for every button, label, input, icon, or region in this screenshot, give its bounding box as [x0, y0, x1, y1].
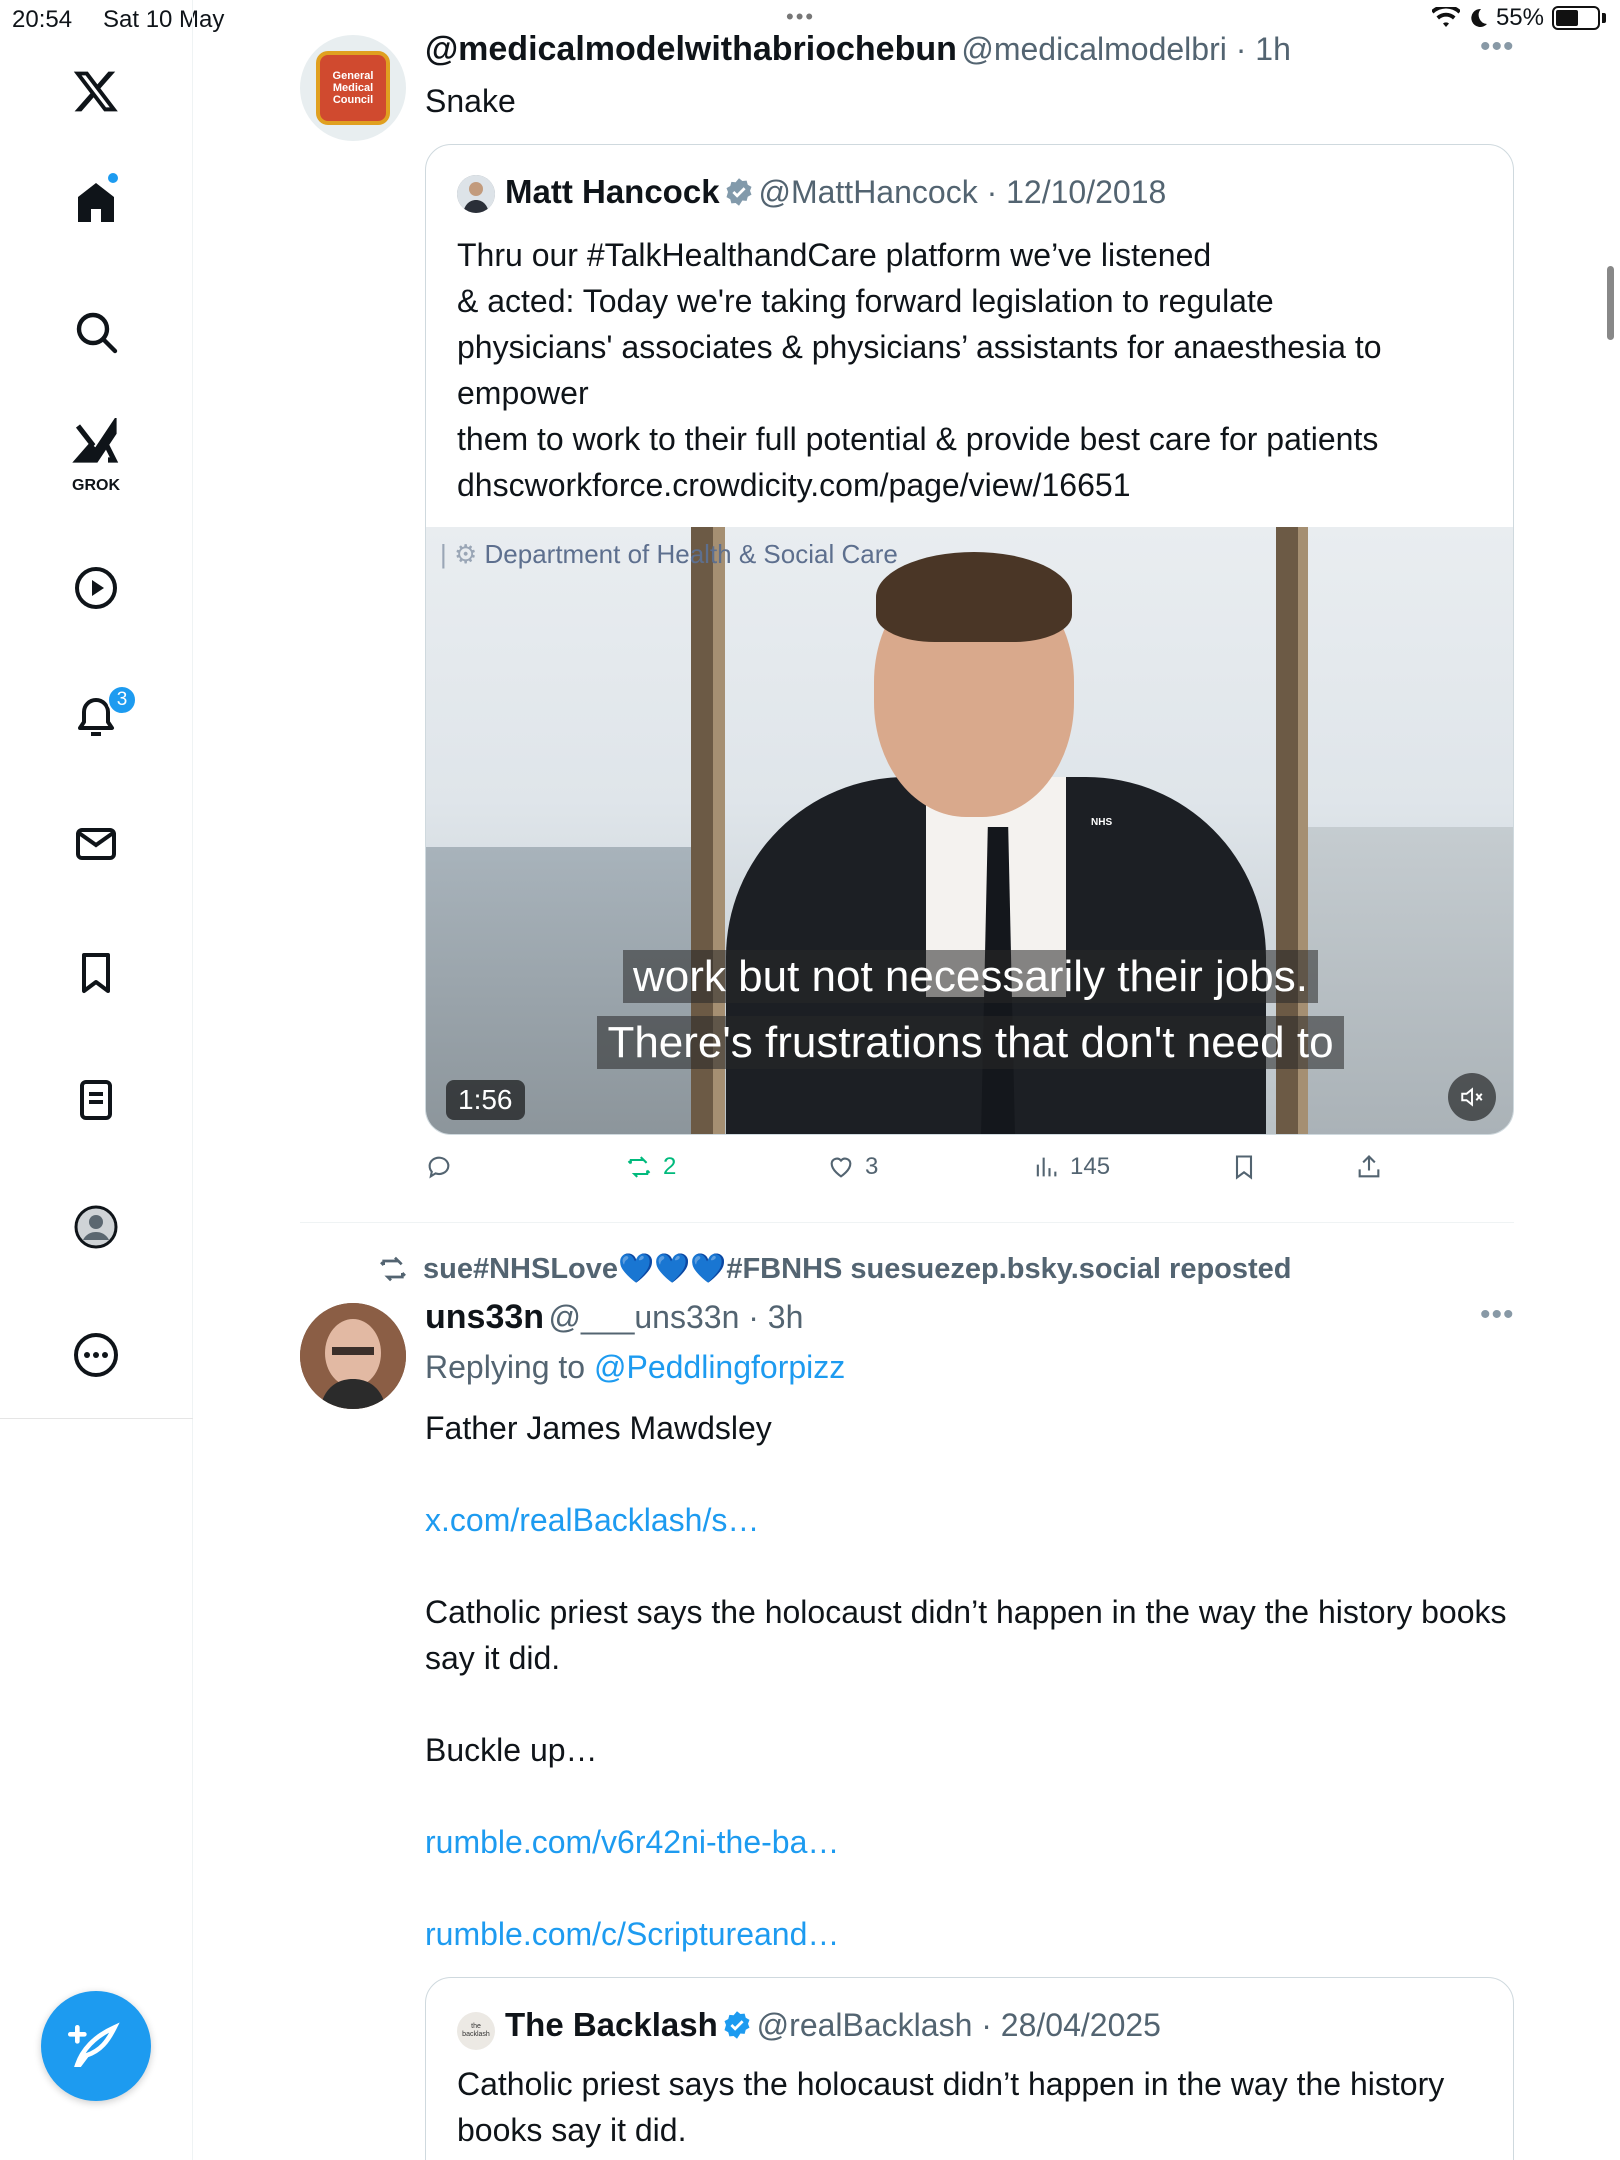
quote-avatar[interactable]	[457, 175, 495, 213]
replying-prefix: Replying to	[425, 1349, 594, 1385]
quote-line: Thru our #TalkHealthandCare platform we’…	[457, 237, 1212, 273]
bookmark-button[interactable]	[1230, 1153, 1258, 1181]
more-options-icon[interactable]: •••	[1480, 30, 1515, 64]
display-name[interactable]: uns33n	[425, 1298, 544, 1336]
share-icon	[1358, 1155, 1380, 1178]
quote-text: Catholic priest says the holocaust didn’…	[457, 2066, 1445, 2148]
video-caption: work but not necessarily their jobs.	[426, 950, 1513, 1003]
wifi-icon	[1431, 7, 1460, 27]
profile-icon[interactable]	[60, 1191, 132, 1263]
video-duration: 1:56	[446, 1080, 525, 1120]
tweet-text: Snake	[425, 83, 516, 119]
quote-handle-time[interactable]: @MattHancock · 12/10/2018	[758, 174, 1166, 210]
quote-display-name[interactable]: Matt Hancock	[505, 173, 720, 210]
tweet-actions: 2 3 145	[425, 1153, 1425, 1193]
grok-label: GROK	[72, 477, 120, 494]
tweet-paragraph: Father James Mawdsley	[425, 1410, 772, 1446]
verified-icon	[724, 2011, 750, 2039]
tweet-link[interactable]: rumble.com/c/Scriptureand…	[425, 1911, 1515, 1957]
quote-header: Matt Hancock @MattHancock · 12/10/2018	[505, 173, 1166, 211]
x-logo-icon[interactable]	[60, 55, 132, 127]
reply-icon	[428, 1156, 450, 1179]
reply-button[interactable]	[425, 1153, 463, 1181]
tweet-paragraph: Buckle up…	[425, 1732, 598, 1768]
replying-to: Replying to @Peddlingforpizz	[425, 1349, 845, 1386]
replying-to-link[interactable]: @Peddlingforpizz	[594, 1349, 845, 1385]
quote-avatar-text: the backlash	[462, 2023, 490, 2038]
moon-icon	[1471, 8, 1487, 27]
like-button[interactable]: 3	[827, 1153, 878, 1181]
video-watermark: | ⚙ Department of Health & Social Care	[440, 539, 898, 569]
muted-speaker-icon	[1461, 1087, 1483, 1107]
compose-post-icon	[68, 2022, 120, 2067]
repost-count: 2	[663, 1153, 677, 1180]
repost-button[interactable]: 2	[625, 1153, 676, 1181]
views-button[interactable]: 145	[1032, 1153, 1110, 1181]
video-player[interactable]: | ⚙ Department of Health & Social Care N…	[426, 527, 1513, 1134]
handle-time[interactable]: @medicalmodelbri · 1h	[961, 31, 1291, 67]
home-unread-dot	[106, 171, 120, 185]
lists-icon[interactable]	[60, 1064, 132, 1136]
quote-avatar[interactable]: the backlash	[457, 2012, 495, 2050]
display-name[interactable]: @medicalmodelwithabriochebun	[425, 30, 957, 68]
tweet-header: uns33n @___uns33n · 3h	[425, 1298, 803, 1337]
tweet-link[interactable]: x.com/realBacklash/s…	[425, 1497, 1515, 1543]
quote-line: empower	[457, 375, 589, 411]
quote-line: physicians' associates & physicians’ ass…	[457, 329, 1382, 365]
video-caption-2: There's frustrations that don't need to	[426, 1016, 1513, 1069]
battery-tip	[1602, 13, 1606, 23]
repost-by-text: sue#NHSLove💙💙💙#FBNHS suesuezep.bsky.soci…	[423, 1253, 1292, 1285]
like-count: 3	[865, 1153, 879, 1180]
bookmarks-icon[interactable]	[60, 937, 132, 1009]
repost-icon	[627, 1156, 651, 1178]
verified-icon	[726, 178, 752, 206]
avatar-logo: General Medical Council	[316, 51, 390, 125]
notifications-badge: 3	[107, 685, 137, 715]
more-icon[interactable]	[60, 1319, 132, 1391]
home-icon[interactable]	[60, 166, 132, 238]
quote-text: Thru our #TalkHealthandCare platform we’…	[457, 232, 1497, 508]
tweet-divider	[300, 1222, 1514, 1223]
caption-line-2: There's frustrations that don't need to	[597, 1016, 1344, 1069]
battery-percent: 55%	[1495, 4, 1544, 31]
quote-header: The Backlash @realBacklash · 28/04/2025	[505, 2006, 1161, 2044]
tweet-link[interactable]: rumble.com/v6r42ni-the-ba…	[425, 1819, 1515, 1865]
repost-icon	[380, 1256, 406, 1282]
messages-icon[interactable]	[60, 808, 132, 880]
multitasking-dots[interactable]: •••	[786, 4, 815, 30]
search-icon[interactable]	[60, 296, 132, 368]
quote-link[interactable]: dhscworkforce.crowdicity.com/page/view/1…	[457, 462, 1497, 508]
handle-time[interactable]: @___uns33n · 3h	[549, 1299, 804, 1335]
quote-line: & acted: Today we're taking forward legi…	[457, 283, 1274, 319]
quote-tweet[interactable]: Matt Hancock @MattHancock · 12/10/2018 T…	[425, 144, 1514, 1135]
share-button[interactable]	[1355, 1153, 1383, 1181]
quote-display-name[interactable]: The Backlash	[505, 2006, 718, 2043]
avatar[interactable]	[300, 1303, 406, 1409]
caption-line-1: work but not necessarily their jobs.	[623, 950, 1318, 1003]
tweet-header: @medicalmodelwithabriochebun @medicalmod…	[425, 30, 1291, 69]
avatar[interactable]: General Medical Council	[300, 35, 406, 141]
battery-icon	[1552, 6, 1600, 30]
views-count: 145	[1070, 1153, 1111, 1180]
bookmark-icon	[1235, 1155, 1253, 1180]
video-icon[interactable]	[60, 552, 132, 624]
scroll-indicator[interactable]	[1607, 266, 1614, 340]
quote-tweet[interactable]: the backlash The Backlash @realBacklash …	[425, 1977, 1514, 2160]
sidebar-divider	[0, 1418, 193, 1419]
mute-button[interactable]	[1448, 1073, 1496, 1121]
quote-line: them to work to their full potential & p…	[457, 421, 1379, 457]
repost-context[interactable]: sue#NHSLove💙💙💙#FBNHS suesuezep.bsky.soci…	[377, 1252, 1292, 1286]
status-indicators: 55%	[1431, 4, 1606, 32]
nhs-badge: NHS	[1091, 817, 1113, 828]
video-watermark-text: Department of Health & Social Care	[484, 539, 898, 569]
more-options-icon[interactable]: •••	[1480, 1298, 1515, 1332]
quote-handle-time[interactable]: @realBacklash · 28/04/2025	[757, 2007, 1161, 2043]
tweet-paragraph: Catholic priest says the holocaust didn’…	[425, 1594, 1507, 1676]
avatar-logo-text: General Medical Council	[332, 70, 374, 106]
heart-icon	[830, 1157, 852, 1178]
grok-icon[interactable]	[60, 414, 132, 470]
views-icon	[1036, 1157, 1057, 1177]
compose-post-button[interactable]	[41, 1991, 151, 2101]
tweet-text: Father James Mawdsley x.com/realBacklash…	[425, 1405, 1515, 1957]
